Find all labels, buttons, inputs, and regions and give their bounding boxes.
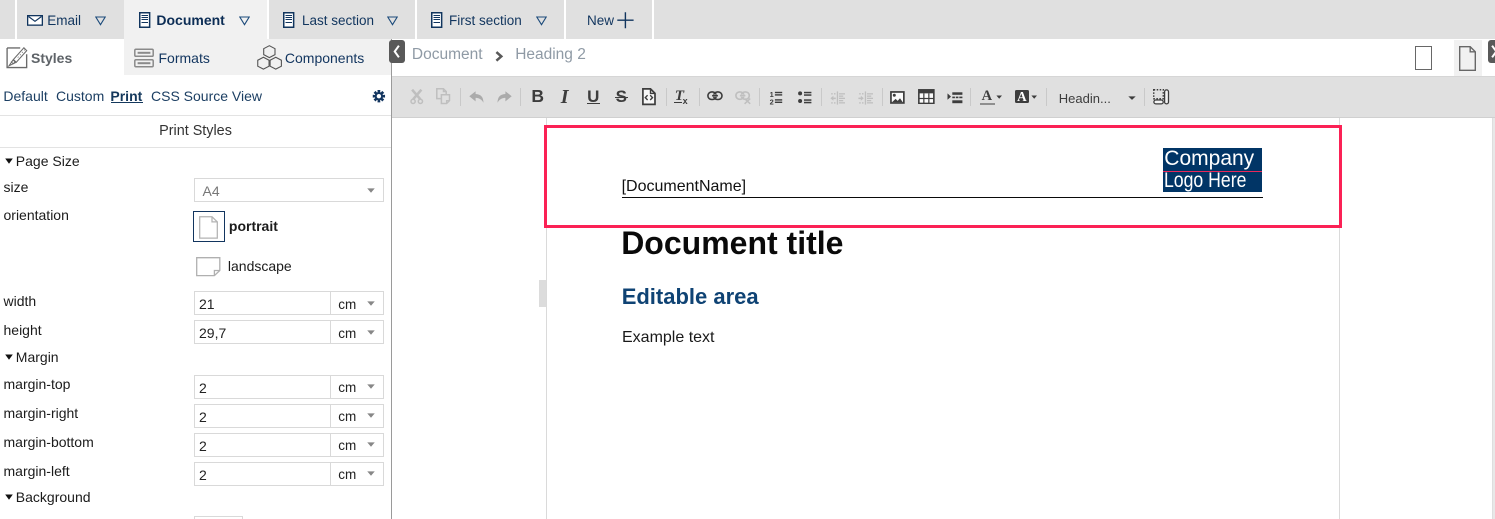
svg-text:2: 2 — [770, 97, 774, 105]
